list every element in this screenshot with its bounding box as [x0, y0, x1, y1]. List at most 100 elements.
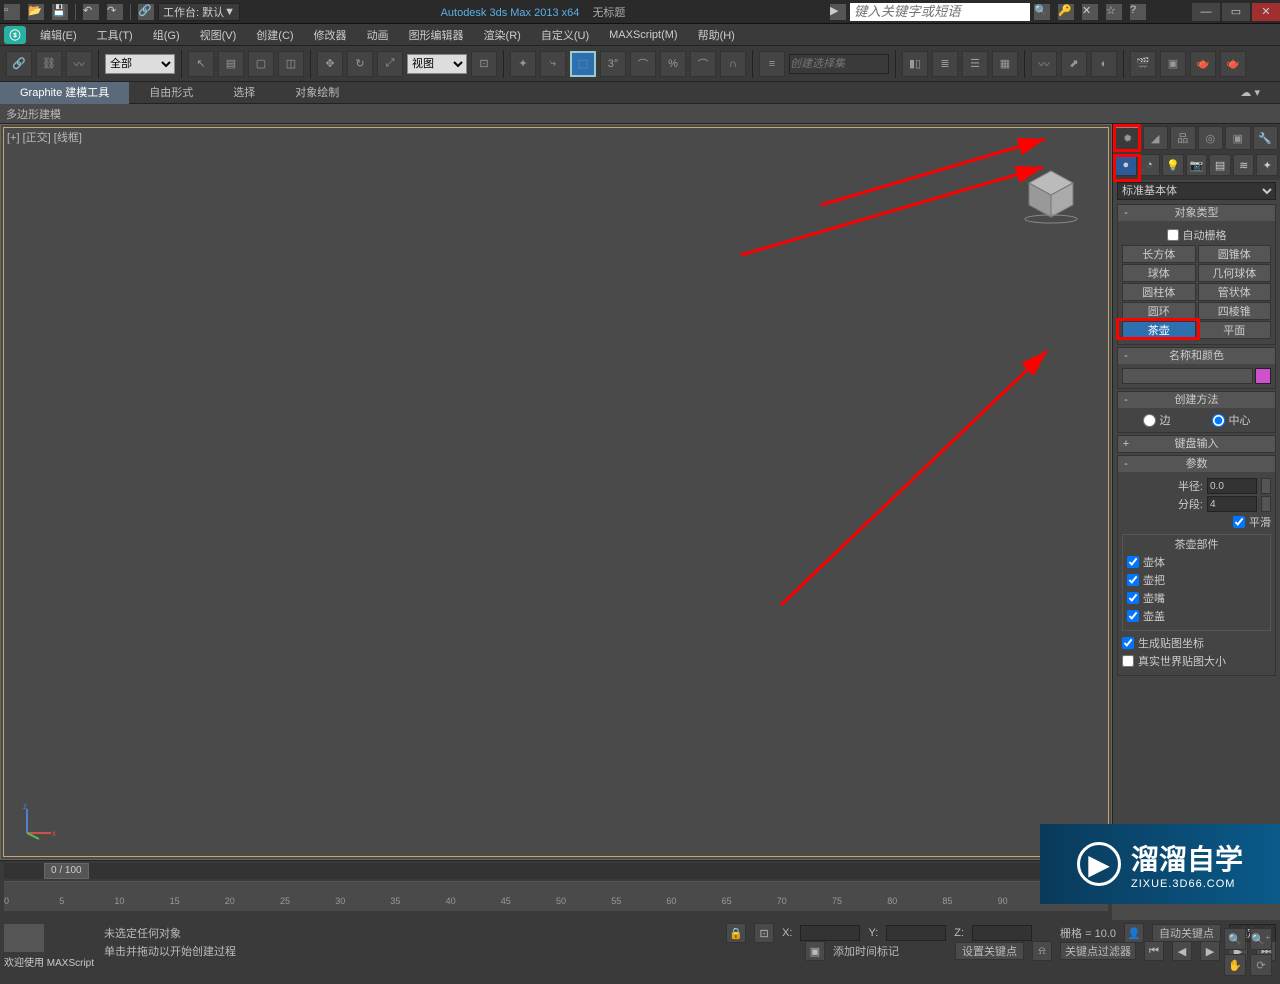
- object-type-header[interactable]: -对象类型: [1118, 205, 1275, 221]
- segments-spinner[interactable]: [1207, 496, 1257, 512]
- help-icon[interactable]: ?: [1130, 4, 1146, 20]
- part-handle-checkbox[interactable]: [1127, 574, 1139, 586]
- menu-group[interactable]: 组(G): [143, 27, 190, 43]
- pivot-icon[interactable]: ⊡: [471, 51, 497, 77]
- ribbon-toggle-icon[interactable]: ▦: [992, 51, 1018, 77]
- edged-faces-icon[interactable]: ⌒: [690, 51, 716, 77]
- ribbon-tab-selection[interactable]: 选择: [213, 82, 275, 104]
- pyramid-button[interactable]: 四棱锥: [1198, 302, 1272, 320]
- render-icon[interactable]: 🫖: [1190, 51, 1216, 77]
- layer-manager-icon[interactable]: ☰: [962, 51, 988, 77]
- sphere-button[interactable]: 球体: [1122, 264, 1196, 282]
- lock-selection-icon[interactable]: 🔒: [726, 923, 746, 943]
- curve-editor-icon[interactable]: 〰: [1031, 51, 1057, 77]
- infocenter-arrow-icon[interactable]: ▶: [830, 4, 846, 20]
- key-filter-button[interactable]: 关键点过滤器: [1060, 942, 1136, 960]
- selection-filter-dropdown[interactable]: 全部: [105, 54, 175, 74]
- mirror-icon[interactable]: ▮▯: [902, 51, 928, 77]
- parameters-header[interactable]: -参数: [1118, 456, 1275, 472]
- motion-tab-icon[interactable]: ◎: [1198, 126, 1224, 150]
- center-radio[interactable]: [1212, 414, 1225, 427]
- magnet-icon[interactable]: ∩: [720, 51, 746, 77]
- lights-sub-icon[interactable]: 💡: [1162, 154, 1184, 176]
- angle-snap-icon[interactable]: 3°: [600, 51, 626, 77]
- maxscript-mini-icon[interactable]: [4, 924, 44, 952]
- menu-animation[interactable]: 动画: [357, 27, 399, 43]
- pan-icon[interactable]: ✋: [1224, 954, 1246, 976]
- object-color-swatch[interactable]: [1255, 368, 1271, 384]
- viewport-label[interactable]: [+] [正交] [线框]: [7, 129, 82, 145]
- helpers-sub-icon[interactable]: ▤: [1209, 154, 1231, 176]
- radius-spinner-buttons[interactable]: [1261, 478, 1271, 494]
- undo-icon[interactable]: ↶: [83, 4, 99, 20]
- edge-radio[interactable]: [1143, 414, 1156, 427]
- zoom-all-icon[interactable]: 🔍⁺: [1250, 928, 1272, 950]
- ribbon-polymode-label[interactable]: 多边形建模: [6, 106, 61, 122]
- auto-key-button[interactable]: 自动关键点: [1152, 924, 1221, 942]
- material-editor-icon[interactable]: ◐: [1091, 51, 1117, 77]
- selection-set-input[interactable]: [789, 54, 889, 74]
- favorite-icon[interactable]: ☆: [1106, 4, 1122, 20]
- close-button[interactable]: ✕: [1252, 3, 1280, 21]
- menu-edit[interactable]: 编辑(E): [30, 27, 87, 43]
- move-icon[interactable]: ✥: [317, 51, 343, 77]
- menu-create[interactable]: 创建(C): [246, 27, 303, 43]
- link-icon[interactable]: 🔗: [138, 4, 154, 20]
- percent-snap-icon[interactable]: ⌒: [630, 51, 656, 77]
- search-input[interactable]: [850, 3, 1030, 21]
- menu-render[interactable]: 渲染(R): [474, 27, 531, 43]
- viewport[interactable]: [+] [正交] [线框] x z: [0, 124, 1112, 860]
- exchange-icon[interactable]: ✕: [1082, 4, 1098, 20]
- ribbon-tab-freeform[interactable]: 自由形式: [129, 82, 213, 104]
- modify-tab-icon[interactable]: ◢: [1143, 126, 1169, 150]
- coord-z[interactable]: [972, 925, 1032, 941]
- box-button[interactable]: 长方体: [1122, 245, 1196, 263]
- segments-spinner-buttons[interactable]: [1261, 496, 1271, 512]
- geosphere-button[interactable]: 几何球体: [1198, 264, 1272, 282]
- part-spout-checkbox[interactable]: [1127, 592, 1139, 604]
- cone-button[interactable]: 圆锥体: [1198, 245, 1272, 263]
- rotate-icon[interactable]: ↻: [347, 51, 373, 77]
- manipulate-icon[interactable]: ✦: [510, 51, 536, 77]
- isolate-icon[interactable]: ⊡: [754, 923, 774, 943]
- creation-method-header[interactable]: -创建方法: [1118, 392, 1275, 408]
- render-setup-icon[interactable]: 🎬: [1130, 51, 1156, 77]
- keyboard-entry-header[interactable]: +键盘输入: [1118, 436, 1275, 452]
- real-uv-checkbox[interactable]: [1122, 655, 1134, 667]
- workspace-dropdown[interactable]: 工作台: 默认 ▼: [158, 3, 240, 21]
- space-warps-sub-icon[interactable]: ≋: [1233, 154, 1255, 176]
- name-color-header[interactable]: -名称和颜色: [1118, 348, 1275, 364]
- scale-icon[interactable]: ⤢: [377, 51, 403, 77]
- torus-button[interactable]: 圆环: [1122, 302, 1196, 320]
- key-icon[interactable]: 🔑: [1058, 4, 1074, 20]
- category-dropdown[interactable]: 标准基本体: [1117, 182, 1276, 200]
- select-name-icon[interactable]: ▤: [218, 51, 244, 77]
- select-link-icon[interactable]: 🔗: [6, 51, 32, 77]
- time-ruler[interactable]: 0510152025303540455055606570758085909510…: [4, 881, 1108, 911]
- set-key-button[interactable]: 设置关键点: [955, 942, 1024, 960]
- unlink-icon[interactable]: ⛓: [36, 51, 62, 77]
- viewcube-icon[interactable]: [1021, 165, 1081, 225]
- coord-system-dropdown[interactable]: 视图: [407, 54, 467, 74]
- time-tag-icon[interactable]: ▣: [805, 941, 825, 961]
- play-icon[interactable]: ▶: [1200, 941, 1220, 961]
- minimize-button[interactable]: —: [1192, 3, 1220, 21]
- redo-icon[interactable]: ↷: [107, 4, 123, 20]
- spinner-snap-icon[interactable]: %: [660, 51, 686, 77]
- create-tab-icon[interactable]: ✹: [1115, 126, 1141, 150]
- select-region-icon[interactable]: ▢: [248, 51, 274, 77]
- time-slider-knob[interactable]: 0 / 100: [44, 863, 89, 879]
- search-icon[interactable]: 🔍: [1034, 4, 1050, 20]
- bind-icon[interactable]: 〰: [66, 51, 92, 77]
- object-name-input[interactable]: [1122, 368, 1253, 384]
- render-production-icon[interactable]: 🫖: [1220, 51, 1246, 77]
- menu-help[interactable]: 帮助(H): [688, 27, 745, 43]
- coord-x[interactable]: [800, 925, 860, 941]
- window-crossing-icon[interactable]: ◫: [278, 51, 304, 77]
- ribbon-collapse-icon[interactable]: ☁ ▾: [1220, 82, 1280, 104]
- schematic-view-icon[interactable]: ⬈: [1061, 51, 1087, 77]
- named-selection-icon[interactable]: ≡: [759, 51, 785, 77]
- menu-graph[interactable]: 图形编辑器: [399, 27, 474, 43]
- select-icon[interactable]: ↖: [188, 51, 214, 77]
- orbit-icon[interactable]: ⟳: [1250, 954, 1272, 976]
